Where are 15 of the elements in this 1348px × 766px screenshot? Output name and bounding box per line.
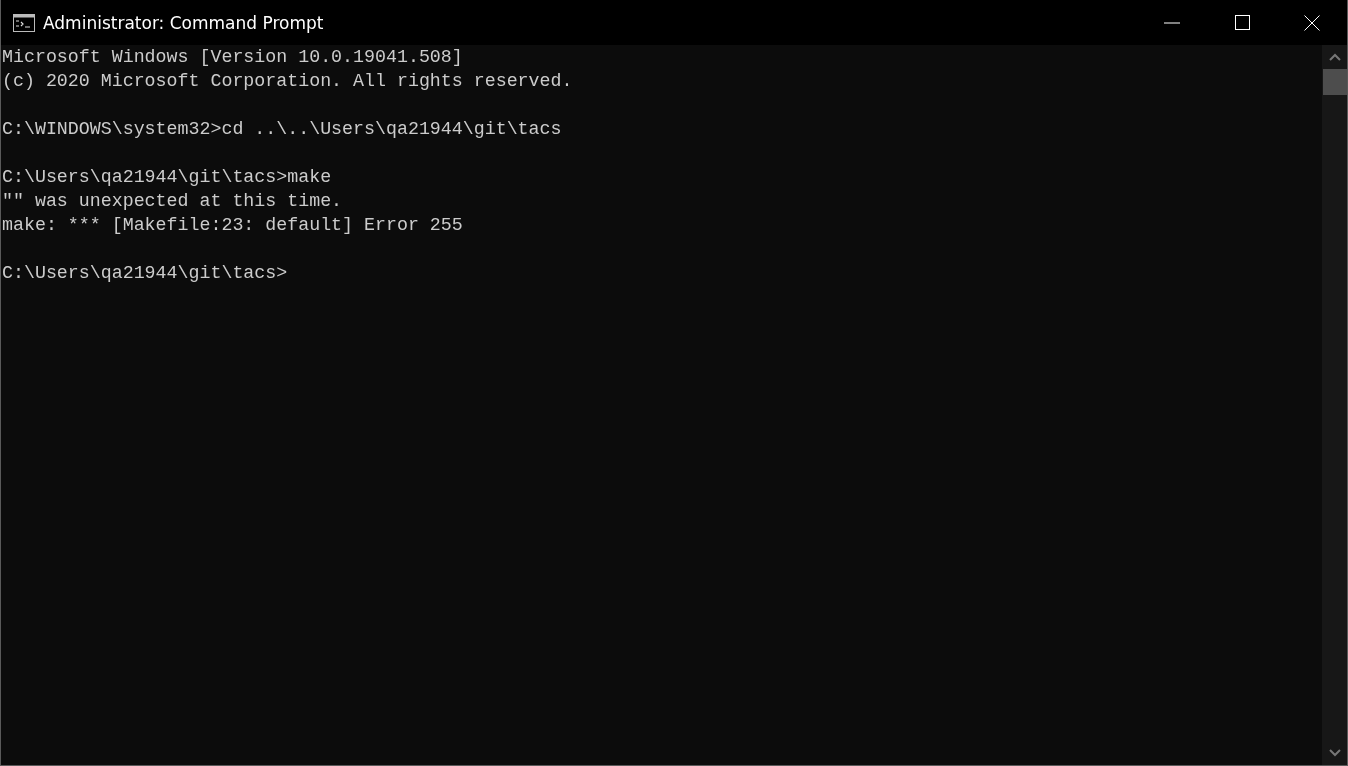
chevron-down-icon [1328,749,1341,757]
command-prompt-icon [13,13,35,32]
close-icon [1304,14,1320,31]
console-line: (c) 2020 Microsoft Corporation. All rights reserved. [2,70,574,93]
minimize-icon [1164,21,1180,24]
console-line: C:\Users\qa21944\git\tacs> [2,262,289,285]
chevron-up-icon [1328,53,1341,61]
console-line: make: *** [Makefile:23: default] Error 255 [2,214,464,237]
console-line: C:\Users\qa21944\git\tacs>make [2,166,333,189]
console-line: C:\WINDOWS\system32>cd ..\..\Users\qa21944\git\tacs [2,118,563,141]
scrollbar-thumb[interactable] [1322,69,1347,95]
console-line: Microsoft Windows [Version 10.0.19041.508] [2,46,464,69]
maximize-icon [1234,15,1250,30]
console-line: "" was unexpected at this time. [2,190,344,213]
window-title: Administrator: Command Prompt [43,12,324,33]
